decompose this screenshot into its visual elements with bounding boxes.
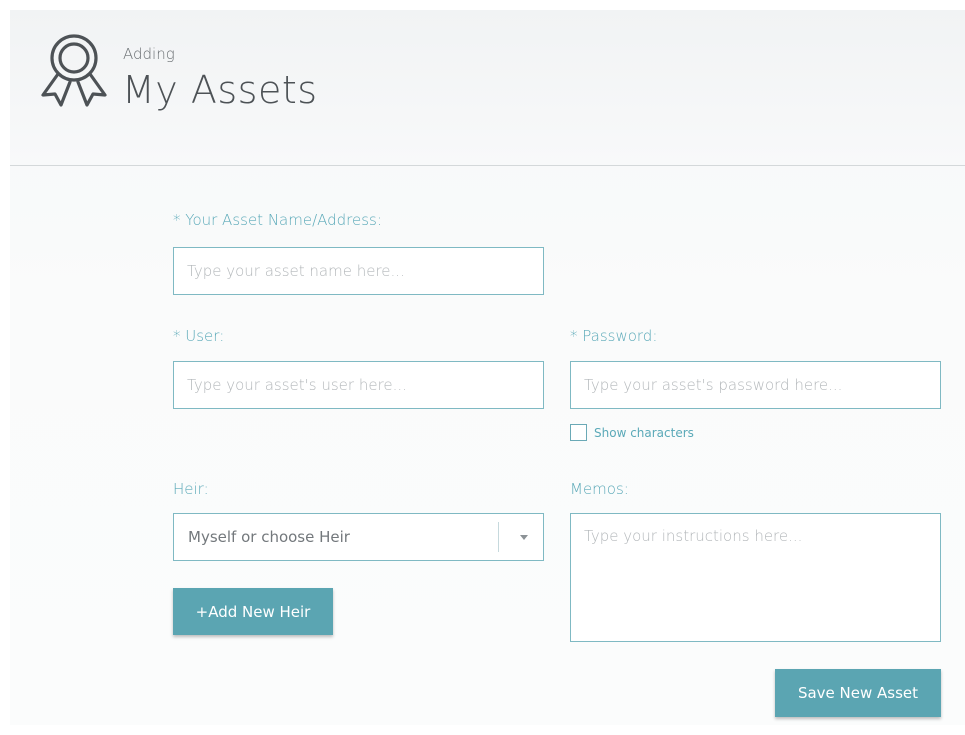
memos-textarea[interactable] bbox=[570, 513, 941, 642]
asset-name-input[interactable] bbox=[173, 247, 544, 295]
header-subtitle: Adding bbox=[123, 45, 175, 63]
show-characters-label: Show characters bbox=[594, 426, 694, 440]
user-label: * User: bbox=[173, 327, 225, 345]
select-divider bbox=[498, 522, 499, 552]
page: Adding My Assets * Your Asset Name/Addre… bbox=[0, 0, 965, 735]
save-new-asset-button[interactable]: Save New Asset bbox=[775, 669, 941, 717]
show-characters-checkbox[interactable] bbox=[570, 424, 587, 441]
heir-label: Heir: bbox=[173, 480, 209, 498]
chevron-down-icon[interactable] bbox=[520, 535, 528, 540]
asset-form-panel: Adding My Assets * Your Asset Name/Addre… bbox=[10, 10, 965, 725]
heir-select[interactable]: Myself or choose Heir bbox=[173, 513, 544, 561]
page-header: Adding My Assets bbox=[10, 10, 965, 166]
password-label: * Password: bbox=[570, 327, 658, 345]
password-input[interactable] bbox=[570, 361, 941, 409]
memos-label: Memos: bbox=[570, 480, 629, 498]
user-input[interactable] bbox=[173, 361, 544, 409]
page-title: My Assets bbox=[122, 68, 318, 112]
award-ribbon-icon bbox=[41, 34, 107, 107]
asset-name-label: * Your Asset Name/Address: bbox=[173, 211, 382, 229]
heir-select-value: Myself or choose Heir bbox=[188, 528, 350, 546]
add-new-heir-button[interactable]: +Add New Heir bbox=[173, 588, 333, 635]
